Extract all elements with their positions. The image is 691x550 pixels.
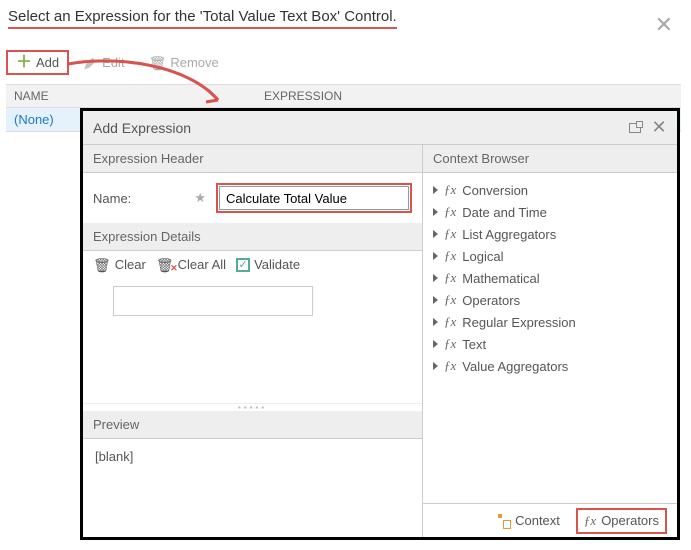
ctx-item-conversion[interactable]: ƒx Conversion xyxy=(431,179,669,201)
ctx-item-datetime[interactable]: ƒx Date and Time xyxy=(431,201,669,223)
tab-operators-label: Operators xyxy=(601,513,659,528)
name-row: Name: ★ xyxy=(83,173,422,223)
trash-icon: 🗑 xyxy=(149,56,167,70)
remove-button[interactable]: 🗑 Remove xyxy=(140,50,228,75)
splitter-handle[interactable]: ▪▪▪▪▪ xyxy=(83,403,422,411)
ctx-label: Conversion xyxy=(462,183,528,198)
edit-button[interactable]: Edit xyxy=(75,50,133,75)
clear-all-button[interactable]: 🗑 Clear All xyxy=(156,257,226,272)
col-expression: EXPRESSION xyxy=(256,89,681,103)
expression-details-section: Expression Details xyxy=(83,223,422,251)
validate-label: Validate xyxy=(254,257,300,272)
tab-context-label: Context xyxy=(515,513,560,528)
add-label: Add xyxy=(36,55,59,70)
tab-context[interactable]: Context xyxy=(490,510,566,531)
context-browser-section: Context Browser xyxy=(423,145,677,173)
ctx-label: List Aggregators xyxy=(462,227,556,242)
ctx-label: Value Aggregators xyxy=(462,359,568,374)
ctx-item-math[interactable]: ƒx Mathematical xyxy=(431,267,669,289)
remove-label: Remove xyxy=(170,55,218,70)
ctx-label: Logical xyxy=(462,249,503,264)
clear-label: Clear xyxy=(115,257,146,272)
tab-operators[interactable]: ƒx Operators xyxy=(576,508,667,534)
chevron-right-icon xyxy=(433,318,438,326)
ctx-label: Operators xyxy=(462,293,520,308)
details-toolbar: 🗑 Clear 🗑 Clear All ✓ Validate xyxy=(83,251,422,278)
ctx-label: Text xyxy=(462,337,486,352)
clear-all-label: Clear All xyxy=(178,257,226,272)
expression-header-section: Expression Header xyxy=(83,145,422,173)
dialog-close-icon[interactable]: ✕ xyxy=(651,120,667,136)
fx-icon: ƒx xyxy=(584,513,596,529)
expression-canvas[interactable] xyxy=(83,278,422,324)
fx-icon: ƒx xyxy=(444,226,456,242)
ctx-label: Regular Expression xyxy=(462,315,575,330)
page-title: Select an Expression for the 'Total Valu… xyxy=(8,8,397,29)
ctx-item-text[interactable]: ƒx Text xyxy=(431,333,669,355)
pencil-icon xyxy=(84,56,98,70)
chevron-right-icon xyxy=(433,274,438,282)
grid-header: NAME EXPRESSION xyxy=(6,84,681,108)
fx-icon: ƒx xyxy=(444,204,456,220)
dialog-title: Add Expression xyxy=(93,120,191,136)
context-footer: Context ƒx Operators xyxy=(423,503,677,537)
left-pane: Expression Header Name: ★ Expression Det… xyxy=(83,145,423,537)
chevron-right-icon xyxy=(433,230,438,238)
dialog-titlebar: Add Expression ✕ xyxy=(83,111,677,145)
context-list: ƒx Conversion ƒx Date and Time ƒx List Aggr… xyxy=(423,173,677,503)
ctx-label: Mathematical xyxy=(462,271,539,286)
name-input[interactable] xyxy=(219,186,409,210)
add-button[interactable]: ＋ Add xyxy=(6,50,69,75)
ctx-item-valagg[interactable]: ƒx Value Aggregators xyxy=(431,355,669,377)
expression-input[interactable] xyxy=(113,286,313,316)
clear-button[interactable]: 🗑 Clear xyxy=(93,257,146,272)
fx-icon: ƒx xyxy=(444,182,456,198)
ctx-item-operators[interactable]: ƒx Operators xyxy=(431,289,669,311)
chevron-right-icon xyxy=(433,296,438,304)
chevron-right-icon xyxy=(433,208,438,216)
fx-icon: ƒx xyxy=(444,358,456,374)
chevron-right-icon xyxy=(433,362,438,370)
fx-icon: ƒx xyxy=(444,270,456,286)
close-icon[interactable]: ✕ xyxy=(655,12,673,38)
name-label: Name: xyxy=(93,191,186,206)
preview-section: Preview xyxy=(83,411,422,439)
maximize-icon[interactable] xyxy=(627,120,643,136)
trash-icon: 🗑 xyxy=(93,258,111,272)
trash-x-icon: 🗑 xyxy=(156,258,174,272)
add-expression-dialog: Add Expression ✕ Expression Header Name:… xyxy=(80,108,680,540)
fx-icon: ƒx xyxy=(444,314,456,330)
plus-icon: ＋ xyxy=(16,56,32,70)
right-pane: Context Browser ƒx Conversion ƒx Date and … xyxy=(423,145,677,537)
preview-value: [blank] xyxy=(83,439,422,538)
col-name: NAME xyxy=(6,89,256,103)
ctx-label: Date and Time xyxy=(462,205,547,220)
edit-label: Edit xyxy=(102,55,124,70)
required-star-icon: ★ xyxy=(194,190,206,206)
validate-button[interactable]: ✓ Validate xyxy=(236,257,300,272)
fx-icon: ƒx xyxy=(444,336,456,352)
ctx-item-listagg[interactable]: ƒx List Aggregators xyxy=(431,223,669,245)
tree-icon xyxy=(496,514,510,528)
ctx-item-regex[interactable]: ƒx Regular Expression xyxy=(431,311,669,333)
chevron-right-icon xyxy=(433,340,438,348)
fx-icon: ƒx xyxy=(444,292,456,308)
chevron-right-icon xyxy=(433,186,438,194)
fx-icon: ƒx xyxy=(444,248,456,264)
ctx-item-logical[interactable]: ƒx Logical xyxy=(431,245,669,267)
check-icon: ✓ xyxy=(236,258,250,272)
chevron-right-icon xyxy=(433,252,438,260)
toolbar: ＋ Add Edit 🗑 Remove xyxy=(6,50,228,75)
